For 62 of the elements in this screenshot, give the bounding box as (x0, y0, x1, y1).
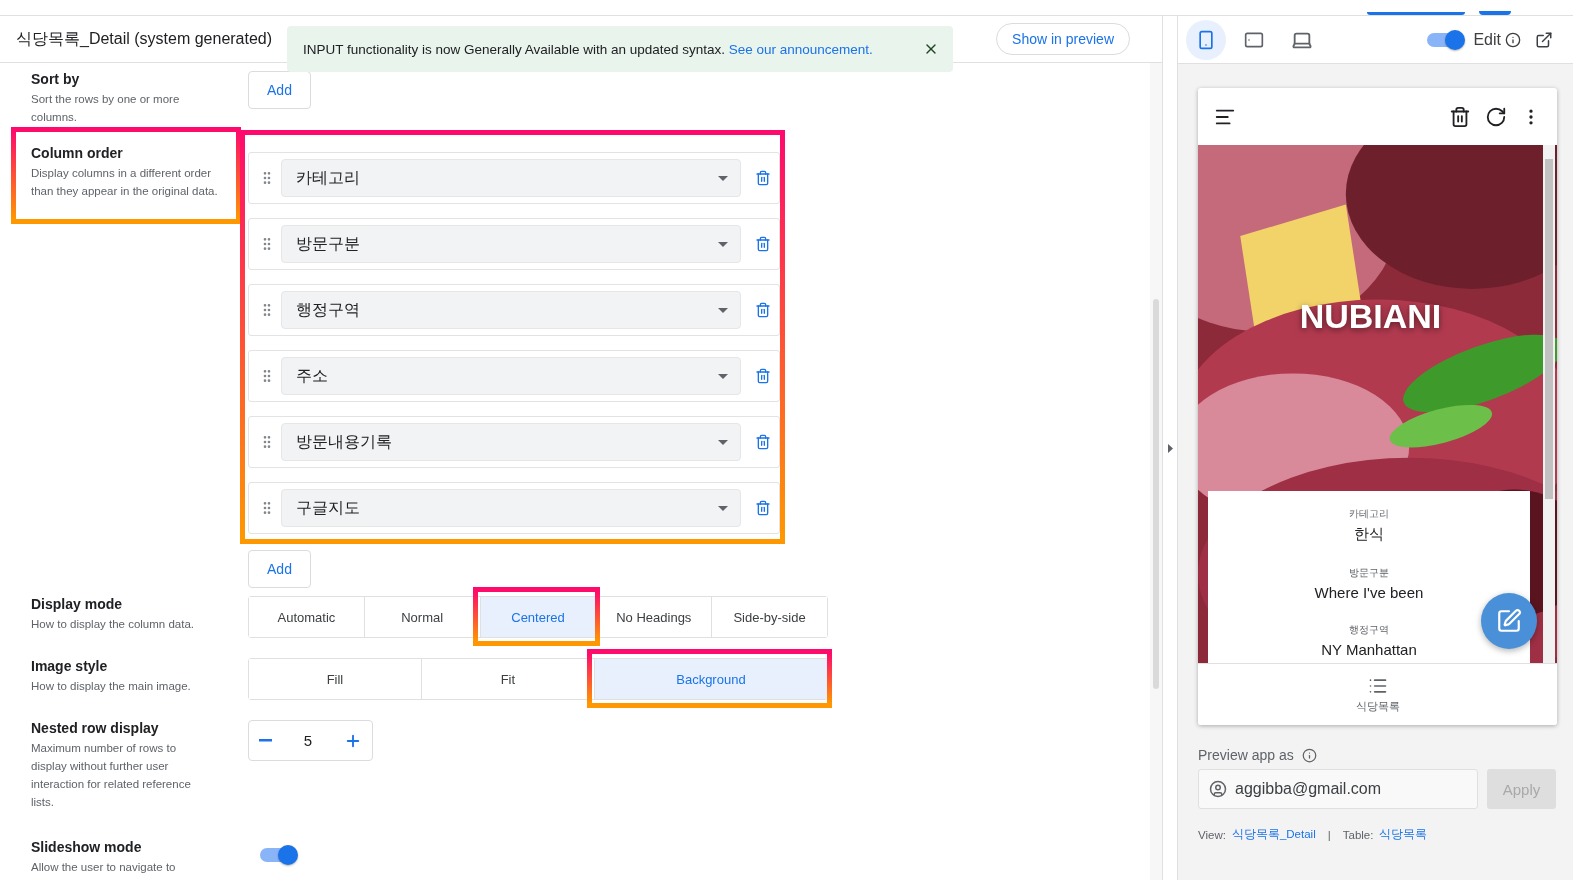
info-icon[interactable] (1505, 31, 1521, 48)
delete-icon[interactable] (1449, 105, 1471, 128)
device-mode-button[interactable] (1186, 19, 1226, 60)
setting-label: Nested row display (31, 720, 160, 736)
open-external-icon[interactable] (1535, 30, 1553, 49)
refresh-icon[interactable] (1485, 105, 1507, 128)
field-label: 방문구분 (1349, 566, 1389, 580)
user-icon (1209, 780, 1227, 798)
column-select[interactable]: 방문구분 (281, 225, 741, 263)
caret-icon (718, 373, 728, 379)
view-label: View: (1198, 828, 1226, 841)
column-select[interactable]: 방문내용기록 (281, 423, 741, 461)
field-value: 한식 (1354, 525, 1384, 544)
field-label: 카테고리 (1349, 507, 1389, 521)
setting-description: Maximum number of rows to display without further user interaction for related reference lists. (31, 741, 192, 810)
pen-icon (1496, 608, 1522, 634)
phone-icon (1196, 29, 1216, 50)
collapse-arrow-icon[interactable] (1167, 443, 1173, 453)
table-label: Table: (1342, 828, 1374, 841)
field-value: Where I've been (1314, 584, 1424, 601)
column-select[interactable]: 주소 (281, 357, 741, 395)
announcement-link[interactable]: See our announcement. (728, 41, 873, 57)
number-stepper[interactable]: 5 (248, 720, 373, 761)
view-link[interactable]: 식당목록_Detail (1231, 827, 1316, 842)
column-select[interactable]: 카테고리 (281, 159, 741, 197)
preview-as-label: Preview app as (1198, 747, 1294, 763)
table-link[interactable]: 식당목록 (1379, 827, 1428, 842)
setting-label: Column order (31, 145, 124, 161)
show-in-preview-button[interactable]: Show in preview (996, 23, 1130, 55)
setting-label: Sort by (31, 71, 81, 87)
caret-icon (718, 505, 728, 511)
nav-item[interactable]: 식당목록 (1198, 663, 1557, 725)
stepper-value: 5 (303, 732, 313, 749)
field-value: NY Manhattan (1321, 641, 1417, 658)
column-select[interactable]: 구글지도 (281, 489, 741, 527)
info-icon[interactable] (1301, 747, 1317, 763)
setting-label: Image style (31, 658, 109, 674)
setting-label: Display mode (31, 596, 124, 612)
field-label: 행정구역 (1349, 623, 1389, 637)
option-button[interactable]: Centered (480, 597, 596, 637)
setting-description: How to display the column data. (31, 617, 195, 632)
setting-label: Slideshow mode (31, 839, 143, 855)
view-title: 식당목록_Detail (system generated) (16, 28, 273, 49)
caret-icon (718, 307, 728, 313)
setting-description: Display columns in a different order than they appear in the original data. (31, 166, 219, 199)
minus-icon (259, 739, 272, 742)
column-select[interactable]: 행정구역 (281, 291, 741, 329)
setting-description: How to display the main image. (31, 679, 192, 694)
option-button[interactable]: Background (594, 659, 827, 699)
banner-message: INPUT functionality is now Generally Available with an updated syntax. See our announcement. (303, 41, 873, 57)
setting-description: Sort the rows by one or more columns. (31, 92, 181, 125)
email-field[interactable]: aggibba@gmail.com (1198, 769, 1478, 809)
caret-icon (718, 175, 728, 181)
add-button[interactable]: Add (248, 71, 311, 109)
caret-icon (718, 439, 728, 445)
app-title: NUBIANI (1298, 297, 1443, 336)
setting-description: Allow the user to navigate to (31, 860, 177, 875)
caret-icon (718, 241, 728, 247)
edit-label: Edit (1473, 30, 1501, 49)
toggle-switch[interactable] (260, 843, 298, 867)
add-button[interactable]: Add (248, 550, 311, 588)
separator: | (1327, 828, 1331, 841)
